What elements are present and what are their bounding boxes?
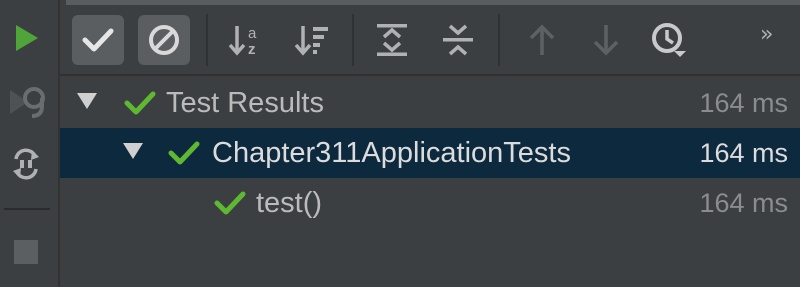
horizontal-scrollbar[interactable]: [66, 0, 800, 5]
next-failed-icon: [593, 25, 619, 56]
show-ignored-icon: [149, 25, 179, 55]
test-history-icon: [652, 23, 686, 57]
run-button[interactable]: [4, 16, 48, 60]
collapse-all-icon: [443, 24, 473, 56]
sort-alphabetically-button[interactable]: a z: [220, 15, 272, 65]
tree-row-label: Chapter311ApplicationTests: [212, 137, 571, 169]
svg-text:z: z: [248, 41, 256, 57]
expand-arrow-icon[interactable]: [122, 141, 144, 161]
tree-row-test[interactable]: test() 164 ms: [60, 178, 800, 228]
tree-row-label: test(): [256, 187, 323, 219]
top-toolbar: a z »: [60, 0, 800, 76]
tree-row-duration: 164 ms: [699, 88, 788, 118]
stop-icon: [14, 240, 38, 264]
passed-check-icon: [168, 141, 200, 165]
passed-check-icon: [124, 91, 156, 115]
run-icon: [16, 25, 38, 51]
test-results-tree: Test Results 164 ms Chapter311Applicatio…: [60, 76, 800, 287]
expand-all-button[interactable]: [366, 15, 418, 65]
sort-by-duration-icon: [294, 26, 328, 56]
rerun-failed-button[interactable]: [4, 80, 48, 124]
next-failed-button[interactable]: [580, 15, 632, 65]
tree-row-label: Test Results: [166, 87, 324, 119]
svg-text:a: a: [248, 25, 257, 42]
toggle-auto-test-button[interactable]: [4, 142, 48, 186]
stop-button[interactable]: [4, 230, 48, 274]
rerun-failed-icon: [10, 87, 45, 118]
tree-row-duration: 164 ms: [699, 188, 788, 218]
toggle-auto-test-icon: [13, 148, 39, 180]
previous-failed-button[interactable]: [516, 15, 568, 65]
expand-arrow-icon[interactable]: [76, 91, 98, 111]
passed-check-icon: [214, 191, 246, 215]
left-toolbar: [0, 0, 60, 287]
more-actions-button[interactable]: »: [760, 22, 790, 52]
tree-row-chapter311applicationtests[interactable]: Chapter311ApplicationTests 164 ms: [60, 128, 800, 178]
expand-all-icon: [377, 24, 407, 56]
show-ignored-button[interactable]: [138, 15, 190, 65]
show-passed-button[interactable]: [72, 15, 124, 65]
collapse-all-button[interactable]: [432, 15, 484, 65]
sort-alphabetically-icon: a z: [228, 25, 257, 57]
previous-failed-icon: [529, 24, 555, 55]
test-history-button[interactable]: [644, 15, 696, 65]
show-passed-icon: [82, 28, 114, 52]
tree-row-test-results[interactable]: Test Results 164 ms: [60, 78, 800, 128]
sort-by-duration-button[interactable]: [286, 15, 338, 65]
tree-row-duration: 164 ms: [699, 138, 788, 168]
